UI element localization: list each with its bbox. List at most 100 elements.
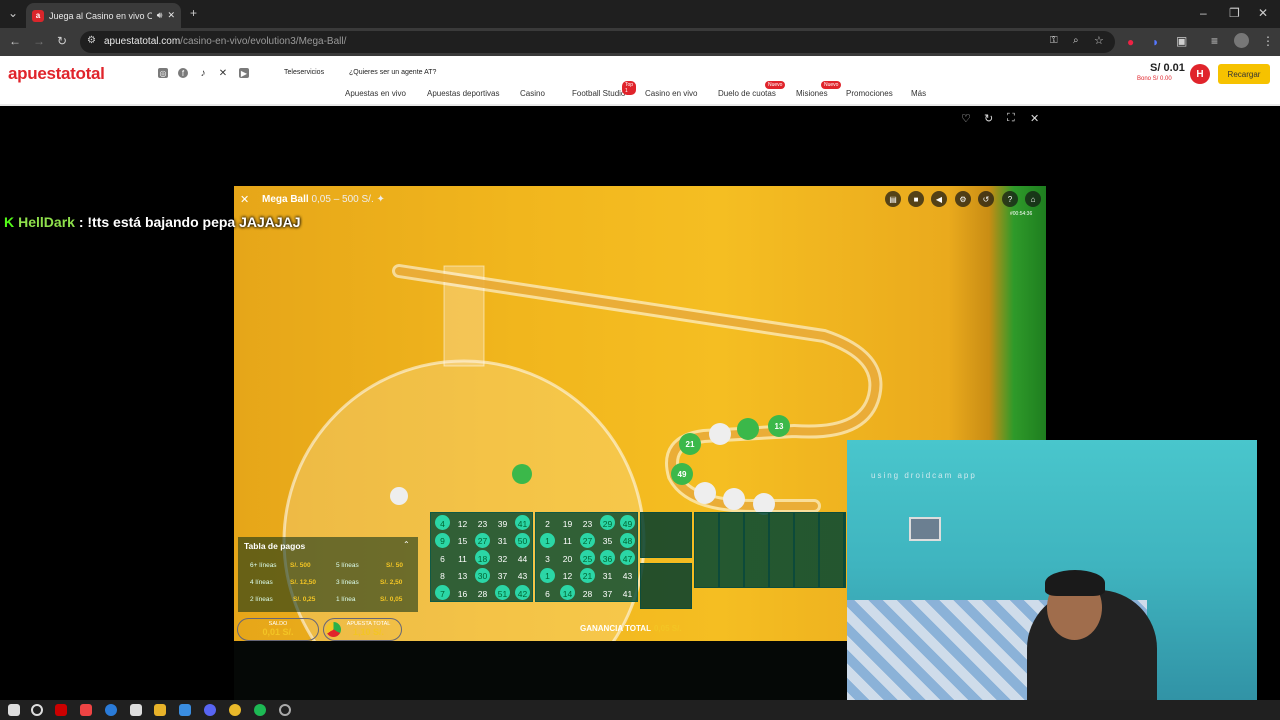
ball-21: 21 [686, 440, 695, 449]
bingo-card-1[interactable]: 4 12 23 39 41 9 15 27 31 50 6 11 18 32 44 8 13 30 37 43 7 16 2… [430, 512, 533, 602]
agent-link[interactable]: ¿Quieres ser un agente AT? [349, 69, 436, 76]
card-number: 4 [433, 515, 452, 532]
card-number: 49 [618, 515, 637, 532]
favorite-heart-icon[interactable]: ♡ [961, 112, 971, 125]
mini-card[interactable] [640, 512, 692, 558]
nav-duelo-de-cuotas[interactable]: Duelo de cuotas Nuevo [718, 81, 786, 98]
paytable-title: Tabla de pagos [244, 541, 306, 551]
nav-misiones[interactable]: Misiones Nuevo [796, 81, 842, 98]
instagram-icon[interactable]: ◎ [158, 68, 168, 78]
settings-icon[interactable]: ⚙ [955, 191, 971, 207]
collapse-chevron-icon[interactable]: ⌃ [403, 540, 410, 549]
new-tab-icon[interactable]: + [190, 6, 197, 20]
extension-fire-icon[interactable]: ● [1127, 35, 1134, 49]
nav-apuestas-en-vivo[interactable]: Apuestas en vivo [345, 89, 406, 98]
card-number: 2 [545, 518, 550, 529]
windows-taskbar [0, 700, 1280, 720]
tab-close-icon[interactable]: ✕ [167, 10, 175, 21]
windows-start-icon[interactable] [8, 704, 20, 716]
bookmark-star-icon[interactable]: ☆ [1094, 34, 1104, 47]
store-icon[interactable] [130, 704, 142, 716]
tab-list-icon[interactable]: ⌄ [8, 6, 18, 20]
lobby-icon[interactable]: ⌂ [1025, 191, 1041, 207]
chrome-icon[interactable] [229, 704, 241, 716]
search-icon[interactable] [31, 704, 43, 716]
chrome-menu-icon[interactable]: ⋮ [1262, 34, 1274, 48]
card-number: 41 [622, 588, 633, 599]
close-game-x-icon[interactable]: ✕ [240, 193, 249, 206]
total-win: GANANCIA TOTAL 0,05 S/. [580, 624, 682, 633]
nav-promociones[interactable]: Promociones [846, 89, 893, 98]
file-explorer-icon[interactable] [154, 704, 166, 716]
card-number: 23 [477, 518, 488, 529]
maximize-icon[interactable]: ❐ [1229, 6, 1240, 20]
help-icon[interactable]: ? [1002, 191, 1018, 207]
bingo-card-2[interactable]: 2 19 23 29 49 1 11 27 35 48 3 20 25 36 47 1 12 21 31 43 6 14 2… [535, 512, 638, 602]
youtube-icon[interactable]: ▶ [239, 68, 249, 78]
chat-username: HellDark [18, 214, 75, 230]
adobe-icon[interactable] [55, 704, 67, 716]
password-key-icon[interactable]: ⚿ [1050, 35, 1058, 46]
url-field[interactable]: ⚙ apuestatotal.com/casino-en-vivo/evolut… [80, 31, 1115, 53]
history-icon[interactable]: ↺ [978, 191, 994, 207]
profile-avatar-icon[interactable] [1234, 33, 1249, 48]
paytable-label: 5 líneas [336, 562, 359, 569]
card-number: 23 [582, 518, 593, 529]
paytable-panel: Tabla de pagos ⌃ 6+ líneas S/. 500 5 lín… [238, 537, 418, 612]
extensions-puzzle-icon[interactable]: ▣ [1176, 34, 1187, 48]
site-favicon-icon: a [32, 9, 44, 22]
card-number: 6 [545, 588, 550, 599]
mini-card[interactable] [640, 563, 692, 609]
minimize-icon[interactable]: – [1200, 6, 1207, 20]
user-avatar[interactable]: H [1190, 64, 1210, 84]
fullscreen-icon[interactable]: ⛶ [1007, 112, 1015, 125]
apuestatotal-logo[interactable]: apuestatotal [8, 64, 105, 84]
tiktok-icon[interactable]: ♪ [198, 68, 208, 79]
forward-icon[interactable]: → [33, 34, 45, 48]
refresh-icon[interactable]: ↻ [984, 112, 993, 125]
zoom-icon[interactable]: ⌕ [1073, 35, 1079, 46]
card-number: 43 [622, 571, 633, 581]
nav-casino-en-vivo[interactable]: Casino en vivo [645, 89, 697, 98]
app-icon-2[interactable] [179, 704, 191, 716]
card-number: 14 [558, 585, 577, 602]
pin-icon[interactable]: ✦ [377, 194, 385, 205]
url-path: /casino-en-vivo/evolution3/Mega-Ball/ [180, 36, 347, 47]
media-control-icon[interactable]: ≡ [1211, 34, 1218, 48]
kick-icon: K [4, 214, 15, 230]
reload-icon[interactable]: ↻ [57, 34, 67, 48]
nav-mas[interactable]: Más [911, 89, 926, 98]
app-icon[interactable] [80, 704, 92, 716]
paytable-label: 1 línea [336, 596, 356, 603]
card-number: 13 [457, 571, 468, 581]
facebook-icon[interactable]: f [178, 68, 188, 78]
card-number: 16 [457, 588, 468, 599]
site-info-icon[interactable]: ⚙ [87, 35, 96, 46]
window-close-icon[interactable]: ✕ [1258, 6, 1268, 20]
close-game-icon[interactable]: ✕ [1030, 112, 1039, 125]
nav-apuestas-deportivas[interactable]: Apuestas deportivas [427, 89, 500, 98]
x-icon[interactable]: ✕ [218, 68, 228, 79]
recargar-button[interactable]: Recargar [1218, 64, 1270, 84]
video-icon[interactable]: ■ [908, 191, 924, 207]
card-number: 6 [440, 553, 445, 564]
ball-13: 13 [775, 422, 784, 431]
mini-cards-grid[interactable] [694, 512, 846, 588]
card-number: 31 [602, 571, 613, 581]
card-number: 35 [602, 536, 613, 546]
back-icon[interactable]: ← [9, 34, 21, 48]
browser-tab[interactable]: a Juega al Casino en vivo On 🔊︎ ✕ [26, 3, 181, 28]
discord-icon[interactable] [204, 704, 216, 716]
nav-casino[interactable]: Casino [520, 89, 545, 98]
chat-text: : !tts está bajando pepa JAJAJAJ [78, 214, 301, 230]
app-icon-3[interactable] [279, 704, 291, 716]
edge-icon[interactable] [105, 704, 117, 716]
chat-icon[interactable]: ▤ [885, 191, 901, 207]
paytable-value: S/. 0,05 [380, 596, 403, 603]
extension-audio-icon[interactable]: ◗ [1152, 35, 1159, 49]
audio-icon[interactable]: 🔊︎ [157, 10, 163, 21]
sound-icon[interactable]: ◀ [931, 191, 947, 207]
spotify-icon[interactable] [254, 704, 266, 716]
teleservicios-link[interactable]: Teleservicios [284, 69, 324, 76]
nav-football-studio[interactable]: Football Studio Top 1 [572, 81, 637, 98]
